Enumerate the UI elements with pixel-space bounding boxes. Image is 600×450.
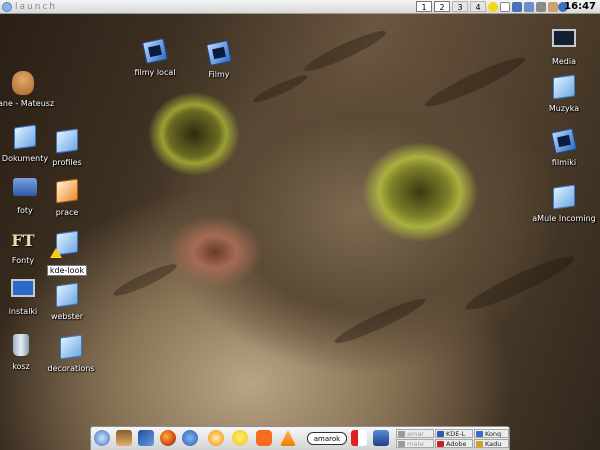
folder-icon [56, 282, 78, 308]
icon-label: Muzyka [548, 104, 580, 113]
task-label: amar [407, 430, 424, 438]
flag-icon[interactable] [351, 430, 367, 446]
amarok-button[interactable]: amarok [307, 432, 347, 445]
desktop-2-button[interactable]: 2 [434, 1, 450, 12]
trash-icon [13, 334, 29, 356]
folder-icon [60, 334, 82, 360]
launch-label: launch [15, 2, 58, 12]
icon-label: filmy local [134, 68, 176, 77]
icon-label: decorations [47, 364, 95, 373]
monitor-icon [552, 29, 576, 47]
app-icon [437, 441, 444, 447]
wizard-icon[interactable] [116, 430, 132, 446]
desktop-icon-decorations[interactable]: decorations [36, 334, 106, 373]
desktop-icon-kde-look[interactable]: kde-look [32, 230, 102, 277]
task-label: mate [407, 440, 424, 448]
film-folder-icon [550, 127, 578, 155]
app-icon [437, 431, 444, 437]
icon-label: filmiki [551, 158, 577, 167]
desktop-1-button[interactable]: 1 [416, 1, 432, 12]
network-icon[interactable] [524, 2, 534, 12]
kde-menu-icon[interactable] [94, 430, 110, 446]
amarok-label: amarok [313, 435, 341, 443]
folder-icon [553, 184, 575, 210]
task-amarok[interactable]: amar [396, 429, 434, 438]
film-folder-icon [205, 39, 233, 67]
smiley-icon[interactable] [488, 2, 498, 12]
desktop-icon-filmy-local[interactable]: filmy local [120, 37, 190, 77]
task-adobe[interactable]: Adobe [435, 439, 473, 448]
firefox-icon[interactable] [160, 430, 176, 446]
task-label: Adobe [446, 440, 467, 448]
desktop-icon-filmy[interactable]: Filmy [184, 39, 254, 79]
task-mateusz[interactable]: mate [396, 439, 434, 448]
desktop-icon-dane-mateusz[interactable]: Dane - Mateusz [0, 70, 58, 108]
task-label: Konq [485, 430, 502, 438]
sun-icon[interactable] [208, 430, 224, 446]
desktop-icon-filmiki[interactable]: filmiki [529, 127, 599, 167]
skype-icon[interactable] [256, 430, 272, 446]
app-icon [398, 431, 405, 437]
app-icon [476, 431, 483, 437]
gimp-icon[interactable] [373, 430, 389, 446]
icon-label: Media [551, 57, 577, 66]
icon-label: profiles [52, 158, 82, 167]
teddy-bear-icon [12, 71, 34, 95]
task-konqueror[interactable]: Konq [474, 429, 509, 438]
desktop-icon-prace[interactable]: prace [32, 178, 102, 217]
launch-button[interactable]: launch [2, 1, 57, 13]
clipboard-icon[interactable] [548, 2, 558, 12]
app-icon [398, 441, 405, 447]
task-kadu[interactable]: Kadu [474, 439, 509, 448]
bird-icon[interactable] [138, 430, 154, 446]
bottom-taskbar: amarok amar KDE-L Konq mate Adobe Kadu [90, 426, 510, 450]
desktop-icon-webster[interactable]: webster [32, 282, 102, 321]
app-icon [476, 441, 483, 447]
icon-label: Dane - Mateusz [0, 99, 55, 108]
desktop-icon-media[interactable]: Media [529, 26, 599, 66]
notes-icon[interactable] [500, 2, 510, 12]
folder-icon [56, 128, 78, 154]
clock[interactable]: 16:47 [564, 0, 596, 14]
film-folder-icon [141, 37, 169, 65]
task-label: Kadu [485, 440, 502, 448]
volume-icon[interactable] [512, 2, 522, 12]
icon-label: Filmy [208, 70, 230, 79]
task-label: KDE-L [446, 430, 466, 438]
folder-icon [56, 178, 78, 204]
icon-label: kde-look [46, 265, 88, 276]
icon-label: prace [55, 208, 79, 217]
icon-label: aMule Incoming [532, 214, 596, 223]
launch-icon [2, 2, 12, 12]
desktop-4-button[interactable]: 4 [470, 1, 486, 12]
desktop-3-button[interactable]: 3 [452, 1, 468, 12]
desktop-icon-muzyka[interactable]: Muzyka [529, 74, 599, 113]
top-panel: launch 1 2 3 4 16:47 [0, 0, 600, 14]
printer-icon[interactable] [536, 2, 546, 12]
folder-icon [553, 74, 575, 100]
desktop-icon-profiles[interactable]: profiles [32, 128, 102, 167]
task-kde-look[interactable]: KDE-L [435, 429, 473, 438]
warning-icon [50, 248, 62, 258]
icon-label: webster [50, 312, 84, 321]
vlc-icon[interactable] [280, 430, 296, 446]
desktop-icon-amule-incoming[interactable]: aMule Incoming [529, 184, 599, 223]
smiley-icon[interactable] [232, 430, 248, 446]
thunderbird-icon[interactable] [182, 430, 198, 446]
